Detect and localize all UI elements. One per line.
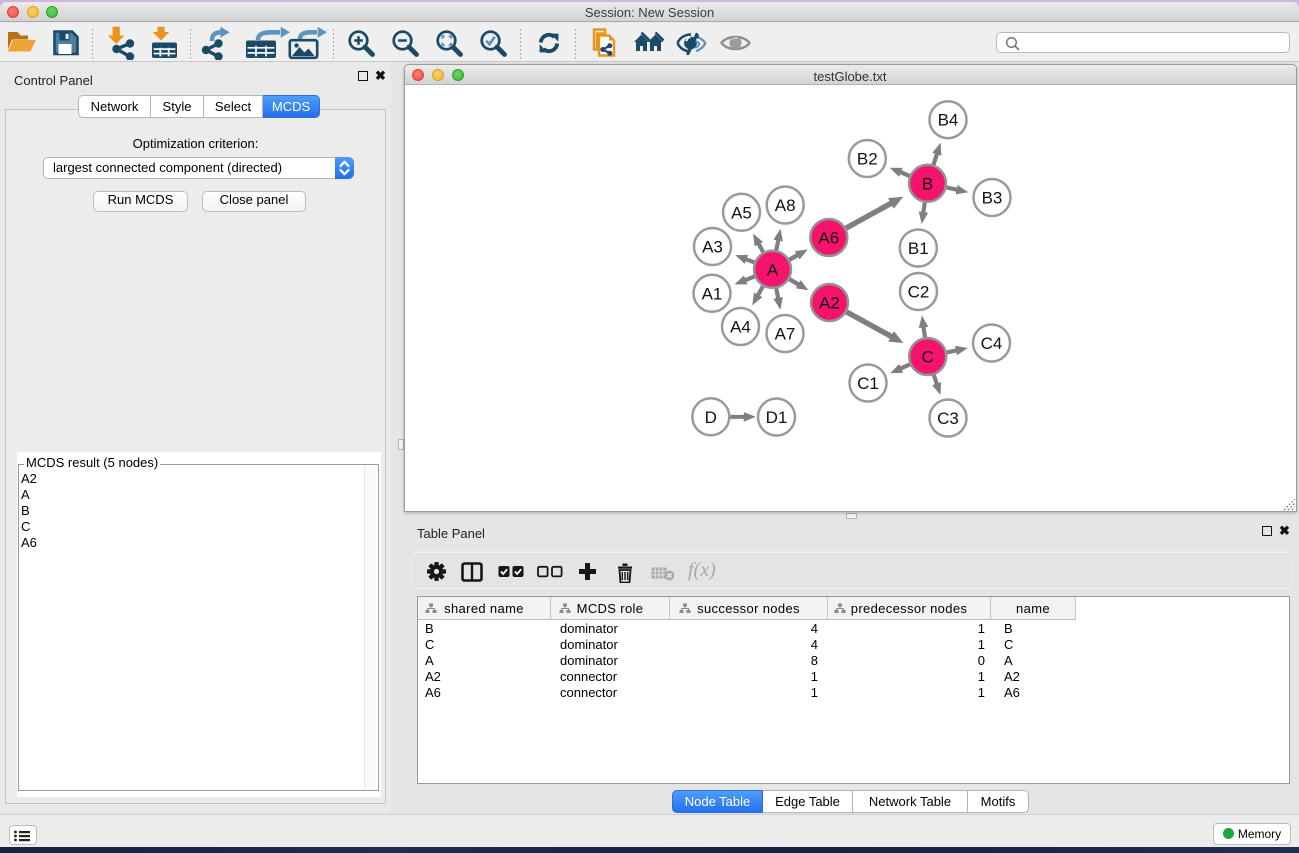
svg-text:B2: B2 xyxy=(856,150,877,169)
svg-text:C1: C1 xyxy=(857,374,879,393)
svg-text:A4: A4 xyxy=(730,318,751,337)
svg-text:D1: D1 xyxy=(765,408,787,427)
svg-text:A: A xyxy=(766,260,778,279)
svg-text:A2: A2 xyxy=(819,294,840,313)
svg-text:C4: C4 xyxy=(980,334,1002,353)
svg-text:A8: A8 xyxy=(774,196,795,215)
svg-text:D: D xyxy=(704,408,716,427)
svg-text:C: C xyxy=(921,348,933,367)
svg-text:B: B xyxy=(921,174,932,193)
svg-text:C2: C2 xyxy=(907,283,929,302)
svg-text:B4: B4 xyxy=(937,111,958,130)
svg-text:A3: A3 xyxy=(702,238,723,257)
svg-text:A7: A7 xyxy=(774,325,795,344)
svg-text:B1: B1 xyxy=(907,239,928,258)
svg-text:A5: A5 xyxy=(731,203,752,222)
svg-text:A6: A6 xyxy=(818,229,839,248)
svg-text:C3: C3 xyxy=(937,409,959,428)
svg-text:A1: A1 xyxy=(701,284,722,303)
svg-text:B3: B3 xyxy=(981,189,1002,208)
